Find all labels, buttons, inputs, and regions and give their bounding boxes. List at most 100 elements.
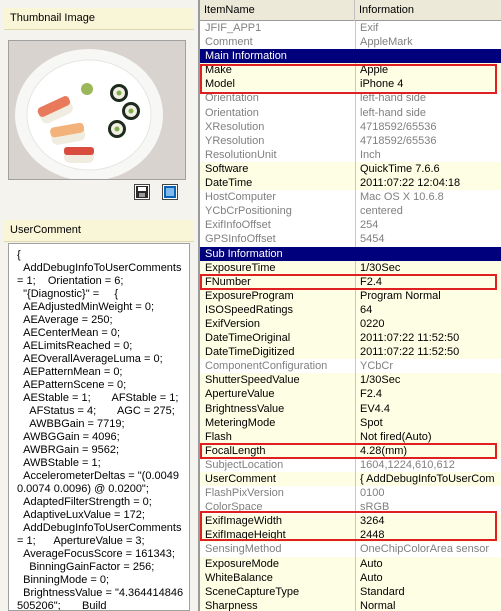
table-row[interactable]: DateTime 2011:07:22 12:04:18: [200, 176, 501, 191]
table-row[interactable]: BrightnessValue EV4.4: [200, 401, 501, 416]
table-row[interactable]: ISOSpeedRatings 64: [200, 302, 501, 317]
cell-itemname: Sharpness: [205, 599, 258, 611]
column-divider: [355, 190, 356, 205]
cell-information: Apple: [360, 64, 389, 77]
table-row[interactable]: SubjectLocation 1604,1224,610,612: [200, 457, 501, 472]
table-row[interactable]: WhiteBalance Auto: [200, 570, 501, 585]
cell-itemname: Comment: [205, 36, 253, 49]
table-row[interactable]: SensingMethod OneChipColorArea sensor: [200, 542, 501, 557]
cell-itemname: DateTimeOriginal: [205, 332, 291, 345]
column-divider: [355, 232, 356, 247]
table-row[interactable]: ExposureProgram Program Normal: [200, 288, 501, 303]
thumbnail-header: Thumbnail Image: [4, 8, 194, 30]
table-row[interactable]: Main Information: [200, 49, 501, 64]
cell-information: F2.4: [360, 275, 383, 288]
cell-itemname: ExifInfoOffset: [205, 219, 271, 232]
table-row[interactable]: DateTimeOriginal 2011:07:22 11:52:50: [200, 331, 501, 346]
cell-itemname: BrightnessValue: [205, 402, 285, 415]
table-row[interactable]: Make Apple: [200, 63, 501, 78]
cell-information: left-hand side: [360, 106, 427, 119]
cell-itemname: Sub Information: [205, 247, 283, 260]
cell-itemname: FocalLength: [205, 444, 266, 457]
cell-itemname: JFIF_APP1: [205, 22, 262, 34]
column-divider: [355, 147, 356, 162]
usercomment-title: UserComment: [10, 224, 81, 236]
cell-information: 3264: [360, 515, 385, 528]
table-row[interactable]: HostComputer Mac OS X 10.6.8: [200, 190, 501, 205]
table-row[interactable]: ColorSpace sRGB: [200, 500, 501, 515]
cell-information: 1/30Sec: [360, 374, 401, 387]
table-row[interactable]: JFIF_APP1 Exif: [200, 21, 501, 36]
column-divider: [355, 387, 356, 402]
column-divider: [355, 401, 356, 416]
column-divider: [355, 598, 356, 611]
table-row[interactable]: ExifVersion 0220: [200, 316, 501, 332]
table-row[interactable]: Software QuickTime 7.6.6: [200, 161, 501, 177]
cell-information: AppleMark: [360, 36, 413, 49]
table-row[interactable]: ExifImageWidth 3264: [200, 514, 501, 529]
column-divider: [355, 415, 356, 430]
table-row[interactable]: ExifImageHeight 2448: [200, 528, 501, 543]
cell-information: 1/30Sec: [360, 261, 401, 274]
floppy-disk-icon[interactable]: [134, 184, 150, 200]
cell-information: Exif: [360, 22, 379, 34]
column-divider: [355, 176, 356, 191]
cell-information: iPhone 4: [360, 78, 404, 91]
usercomment-text: { AddDebugInfoToUserComments = 1; Orient…: [17, 249, 184, 611]
column-header-itemname[interactable]: ItemName: [200, 0, 355, 21]
table-row[interactable]: SceneCaptureType Standard: [200, 584, 501, 599]
column-divider: [355, 359, 356, 374]
table-row[interactable]: Orientation left-hand side: [200, 105, 501, 120]
table-row[interactable]: GPSInfoOffset 5454: [200, 232, 501, 247]
table-row[interactable]: DateTimeDigitized 2011:07:22 11:52:50: [200, 345, 501, 360]
table-row[interactable]: ResolutionUnit Inch: [200, 147, 501, 162]
cell-itemname: SceneCaptureType: [205, 585, 300, 598]
cell-itemname: MeteringMode: [205, 416, 276, 429]
cell-information: sRGB: [360, 501, 390, 514]
thumbnail-image: [8, 40, 186, 180]
table-row[interactable]: Sub Information: [200, 246, 501, 261]
cell-information: 2011:07:22 11:52:50: [360, 332, 460, 345]
table-row[interactable]: YCbCrPositioning centered: [200, 204, 501, 219]
cell-information: Not fired(Auto): [360, 430, 432, 443]
view-icon-glyph: [164, 186, 176, 198]
table-row[interactable]: FlashPixVersion 0100: [200, 486, 501, 501]
table-row[interactable]: ShutterSpeedValue 1/30Sec: [200, 373, 501, 388]
cell-itemname: Model: [205, 78, 235, 91]
table-row[interactable]: Orientation left-hand side: [200, 91, 501, 106]
table-body: JFIF_APP1 Exif Comment AppleMark Main Inform…: [200, 21, 501, 611]
table-row[interactable]: ApertureValue F2.4: [200, 387, 501, 402]
table-row[interactable]: ExposureTime 1/30Sec: [200, 260, 501, 275]
column-divider: [355, 63, 356, 78]
cell-information: [360, 247, 501, 261]
cell-itemname: GPSInfoOffset: [205, 233, 276, 246]
table-row[interactable]: UserComment { AddDebugInfoToUserCom: [200, 472, 501, 487]
table-row[interactable]: MeteringMode Spot: [200, 415, 501, 430]
cell-information: 254: [360, 219, 379, 232]
cell-information: 2448: [360, 529, 385, 542]
table-row[interactable]: Flash Not fired(Auto): [200, 429, 501, 444]
column-divider: [355, 105, 356, 120]
column-divider: [355, 77, 356, 92]
column-divider: [355, 570, 356, 585]
column-divider: [355, 218, 356, 233]
table-row[interactable]: ExposureMode Auto: [200, 556, 501, 571]
cell-itemname: FNumber: [205, 275, 251, 288]
cell-itemname: WhiteBalance: [205, 571, 273, 584]
column-header-information[interactable]: Information: [355, 0, 501, 21]
table-row[interactable]: FocalLength 4.28(mm): [200, 443, 501, 458]
cell-information: Mac OS X 10.6.8: [360, 191, 444, 204]
table-row[interactable]: Sharpness Normal: [200, 598, 501, 611]
table-row[interactable]: Comment AppleMark: [200, 35, 501, 50]
usercomment-textbox[interactable]: { AddDebugInfoToUserComments = 1; Orient…: [8, 243, 190, 611]
table-row[interactable]: ComponentConfiguration YCbCr: [200, 359, 501, 374]
table-row[interactable]: XResolution 4718592/65536: [200, 119, 501, 134]
table-row[interactable]: Model iPhone 4: [200, 77, 501, 92]
monitor-icon[interactable]: [162, 184, 178, 200]
table-row[interactable]: ExifInfoOffset 254: [200, 218, 501, 233]
table-row[interactable]: YResolution 4718592/65536: [200, 133, 501, 148]
cell-itemname: YCbCrPositioning: [205, 205, 292, 218]
cell-information: Auto: [360, 557, 383, 570]
column-divider: [355, 274, 356, 289]
table-row[interactable]: FNumber F2.4: [200, 274, 501, 289]
